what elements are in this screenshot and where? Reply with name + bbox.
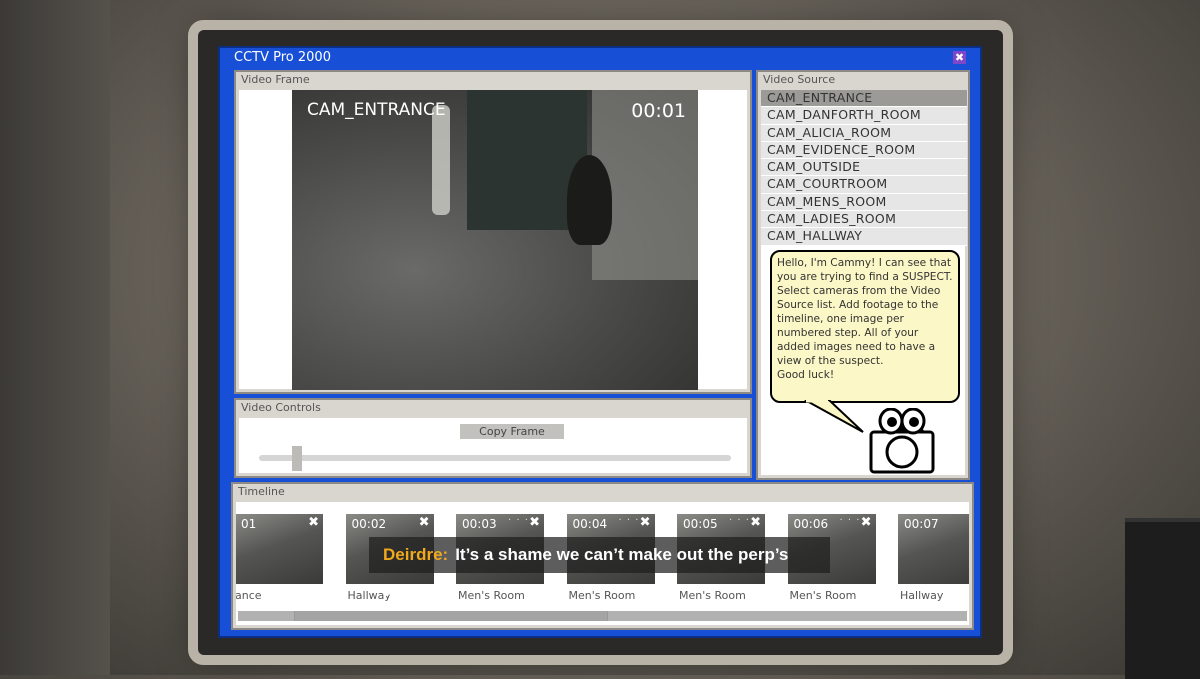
thumbnail-timestamp: 01 <box>241 517 257 531</box>
camera-list-item[interactable]: CAM_HALLWAY <box>761 228 967 246</box>
copy-frame-button[interactable]: Copy Frame <box>460 424 564 439</box>
close-button[interactable]: ✖ <box>953 51 966 64</box>
thumbnail-timestamp: 00:06 <box>793 517 829 531</box>
camera-list-item[interactable]: CAM_ALICIA_ROOM <box>761 124 967 142</box>
thumbnail-label: Hallway <box>900 589 944 602</box>
assistant-speech-bubble: Hello, I'm Cammy! I can see that you are… <box>770 250 960 403</box>
camera-list-item[interactable]: CAM_DANFORTH_ROOM <box>761 107 967 125</box>
thumbnail-timestamp: 00:04 <box>572 517 608 531</box>
video-frame-panel: Video Frame CAM_ENTRANCE 00:01 <box>234 70 752 394</box>
feed-timestamp: 00:01 <box>631 100 686 122</box>
video-controls-body: Copy Frame <box>239 418 747 473</box>
thumbnail-timestamp: 00:07 <box>904 517 939 531</box>
video-frame-header: Video Frame <box>241 73 310 86</box>
thumbnail-dots-icon: · · · <box>729 515 750 526</box>
camera-mascot-icon <box>869 408 935 474</box>
video-source-header: Video Source <box>763 73 836 86</box>
remove-thumbnail-icon[interactable]: ✖ <box>308 515 319 530</box>
camera-feed: CAM_ENTRANCE 00:01 <box>292 90 698 390</box>
timeline-thumbnail[interactable]: 01 ✖ <box>236 514 323 584</box>
background-desk-object <box>1125 518 1200 679</box>
remove-thumbnail-icon[interactable]: ✖ <box>861 515 872 530</box>
camera-list-item[interactable]: CAM_OUTSIDE <box>761 159 967 177</box>
remove-thumbnail-icon[interactable]: ✖ <box>529 515 540 530</box>
camera-list-item[interactable]: CAM_MENS_ROOM <box>761 193 967 212</box>
camera-list-item[interactable]: CAM_EVIDENCE_ROOM <box>761 141 967 160</box>
scrubber-handle[interactable] <box>291 446 302 471</box>
camera-list-item[interactable]: CAM_LADIES_ROOM <box>761 211 967 229</box>
background-wall <box>0 0 110 675</box>
timeline-header: Timeline <box>238 485 285 498</box>
thumbnail-dots-icon: · · · <box>839 515 861 526</box>
feed-plant <box>567 155 612 245</box>
subtitle-speaker: Deirdre: <box>383 545 449 564</box>
thumbnail-label: ance <box>236 589 262 602</box>
timeline-scrollbar[interactable] <box>238 611 967 621</box>
video-source-panel: Video Source CAM_ENTRANCE CAM_DANFORTH_RO… <box>756 70 970 480</box>
thumbnail-dots-icon: · · · <box>618 515 640 526</box>
thumbnail-timestamp: 00:02 <box>351 517 387 531</box>
remove-thumbnail-icon[interactable]: ✖ <box>419 515 430 530</box>
thumbnail-timestamp: 00:03 <box>462 517 497 531</box>
camera-list-item[interactable]: CAM_COURTROOM <box>761 176 967 194</box>
feed-suspect <box>432 105 450 215</box>
camera-list-item[interactable]: CAM_ENTRANCE <box>761 90 967 108</box>
timeline-thumbnail[interactable]: 00:07✖ <box>898 514 969 584</box>
remove-thumbnail-icon[interactable]: ✖ <box>750 515 761 530</box>
feed-camera-name: CAM_ENTRANCE <box>307 100 446 120</box>
close-icon: ✖ <box>954 51 965 64</box>
thumbnail-timestamp: 00:05 <box>683 517 718 531</box>
timeline-scrollbar-thumb[interactable] <box>294 611 608 621</box>
dialogue-subtitle: Deirdre: It’s a shame we can’t make out t… <box>369 537 830 600</box>
video-source-body: CAM_ENTRANCE CAM_DANFORTH_ROOM CAM_ALICIA_… <box>761 90 967 475</box>
thumbnail-label: Men's Room <box>458 589 525 602</box>
speech-bubble-tail <box>804 400 864 433</box>
thumbnail-dots-icon: · · · <box>508 515 529 526</box>
thumbnail-label: Men's Room <box>679 589 746 602</box>
window-title: CCTV Pro 2000 <box>234 50 331 65</box>
thumbnail-label: Men's Room <box>568 589 636 602</box>
thumbnail-label: Men's Room <box>789 589 857 602</box>
title-bar[interactable]: CCTV Pro 2000 ✖ <box>220 48 980 68</box>
remove-thumbnail-icon[interactable]: ✖ <box>640 515 651 530</box>
video-frame-body: CAM_ENTRANCE 00:01 <box>239 90 747 390</box>
scrubber-track[interactable] <box>259 455 731 461</box>
video-controls-header: Video Controls <box>241 401 321 414</box>
video-controls-panel: Video Controls Copy Frame <box>234 398 752 478</box>
camera-list: CAM_ENTRANCE CAM_DANFORTH_ROOM CAM_ALICIA_… <box>761 90 967 246</box>
